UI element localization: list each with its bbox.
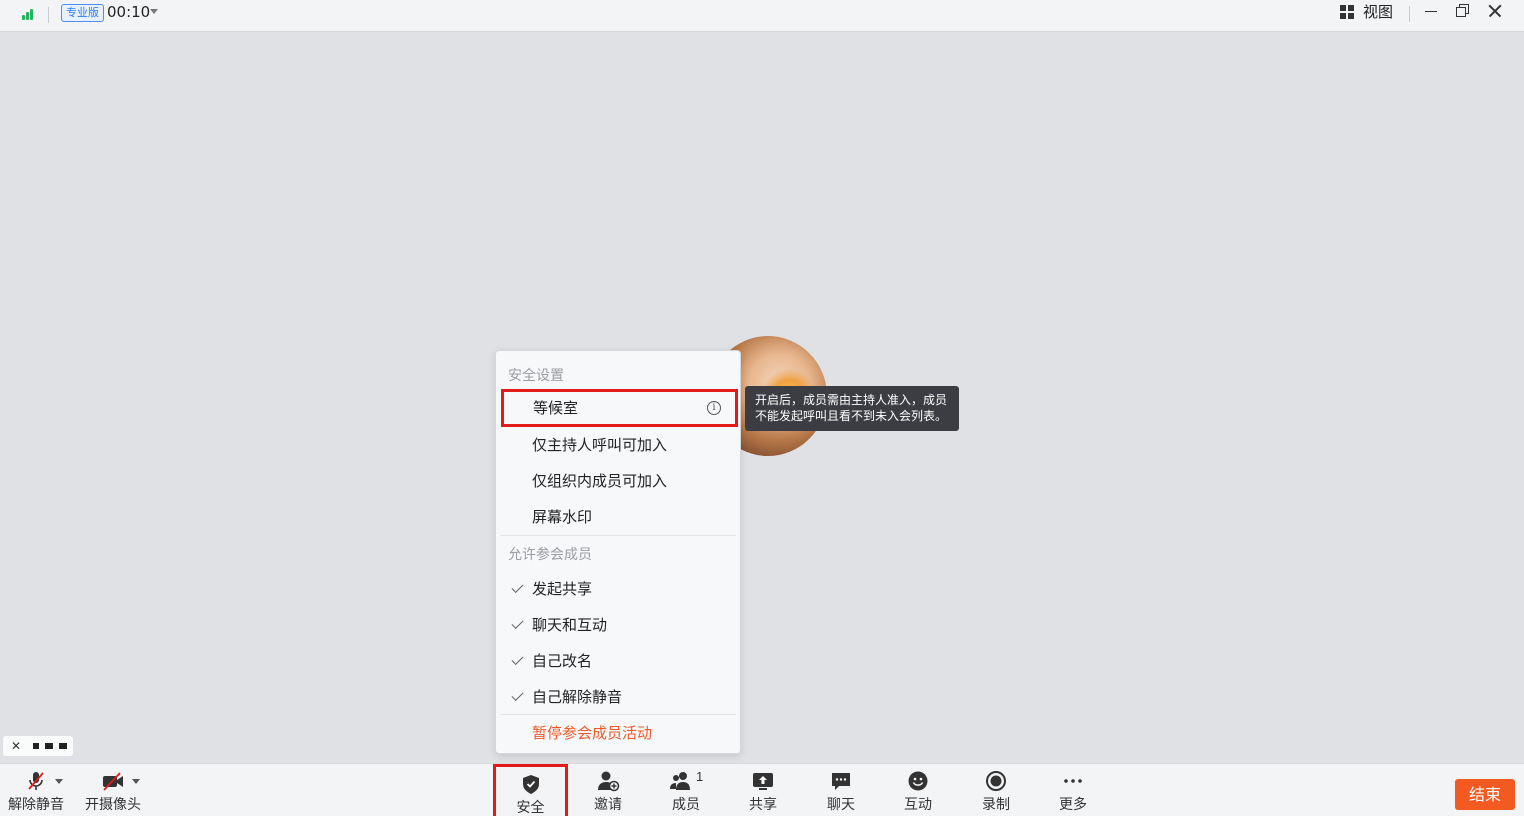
- check-icon: [511, 688, 524, 702]
- menu-item-waiting-room[interactable]: 等候室 i: [501, 389, 738, 427]
- tool-label: 开摄像头: [85, 797, 141, 813]
- tool-label: 互动: [904, 797, 932, 813]
- menu-item-label: 聊天和互动: [532, 616, 608, 634]
- menu-item-label: 自己解除静音: [532, 688, 623, 706]
- title-bar: 专业版 00:10 视图: [0, 0, 1524, 32]
- signal-strength-icon: [22, 8, 36, 20]
- smiley-icon: [887, 770, 949, 792]
- meeting-toolbar: 解除静音 开摄像头 安全 邀请 1 成员 共享 聊天 互动 录制 更多: [0, 763, 1524, 816]
- mic-muted-icon: ✕: [11, 739, 22, 753]
- members-icon: 1: [655, 770, 717, 792]
- redacted-name: [59, 743, 67, 749]
- menu-item-label: 自己改名: [532, 652, 593, 670]
- security-menu: 安全设置 等候室 i 仅主持人呼叫可加入 仅组织内成员可加入 屏幕水印 允许参会…: [495, 350, 741, 754]
- section-header-allow: 允许参会成员: [508, 547, 592, 563]
- menu-item-self-unmute[interactable]: 自己解除静音: [500, 679, 736, 715]
- check-icon: [511, 616, 524, 630]
- tool-label: 共享: [749, 797, 777, 813]
- record-icon: [965, 770, 1027, 792]
- menu-item-start-share[interactable]: 发起共享: [500, 571, 736, 607]
- unmute-button[interactable]: 解除静音: [5, 764, 67, 816]
- record-button[interactable]: 录制: [965, 764, 1027, 816]
- add-user-icon: [577, 770, 639, 792]
- tool-label: 录制: [982, 797, 1010, 813]
- menu-divider: [500, 535, 736, 536]
- menu-item-host-call-only[interactable]: 仅主持人呼叫可加入: [500, 427, 736, 463]
- tool-label: 聊天: [827, 797, 855, 813]
- chevron-down-icon[interactable]: [132, 779, 140, 784]
- menu-item-label: 仅主持人呼叫可加入: [532, 436, 668, 454]
- section-header-security: 安全设置: [508, 368, 564, 384]
- tooltip-line: 不能发起呼叫且看不到未入会列表。: [755, 409, 948, 423]
- check-icon: [511, 652, 524, 666]
- menu-item-label: 仅组织内成员可加入: [532, 472, 668, 490]
- meeting-timer[interactable]: 00:10: [107, 3, 150, 21]
- tool-label: 安全: [516, 800, 545, 816]
- more-button[interactable]: 更多: [1042, 764, 1104, 816]
- chat-icon: [810, 770, 872, 792]
- tooltip-line: 开启后，成员需由主持人准入，成员: [755, 393, 948, 407]
- close-icon[interactable]: [1487, 3, 1503, 19]
- waiting-room-tooltip: 开启后，成员需由主持人准入，成员 不能发起呼叫且看不到未入会列表。: [745, 386, 959, 431]
- more-icon: [1042, 770, 1104, 792]
- divider: [48, 7, 49, 23]
- edition-badge: 专业版: [61, 4, 104, 22]
- chevron-down-icon[interactable]: [150, 9, 158, 14]
- menu-item-label: 屏幕水印: [532, 508, 593, 526]
- tool-label: 解除静音: [8, 797, 64, 813]
- restore-icon[interactable]: [1456, 4, 1470, 18]
- menu-item-pause-activity[interactable]: 暂停参会成员活动: [500, 715, 736, 751]
- menu-item-label: 发起共享: [532, 580, 593, 598]
- shield-icon: [496, 773, 565, 795]
- chevron-down-icon[interactable]: [55, 779, 63, 784]
- interact-button[interactable]: 互动: [887, 764, 949, 816]
- end-meeting-button[interactable]: 结束: [1455, 779, 1515, 810]
- menu-item-self-rename[interactable]: 自己改名: [500, 643, 736, 679]
- grid-view-icon[interactable]: [1340, 5, 1355, 20]
- minimize-icon[interactable]: [1425, 11, 1437, 12]
- check-icon: [511, 580, 524, 594]
- info-icon[interactable]: i: [707, 401, 721, 415]
- security-button[interactable]: 安全: [493, 764, 568, 816]
- self-name-tag: ✕: [3, 736, 73, 756]
- invite-button[interactable]: 邀请: [577, 764, 639, 816]
- camera-button[interactable]: 开摄像头: [82, 764, 144, 816]
- members-button[interactable]: 1 成员: [655, 764, 717, 816]
- redacted-name: [45, 743, 53, 749]
- menu-item-org-members-only[interactable]: 仅组织内成员可加入: [500, 463, 736, 499]
- menu-item-chat-interact[interactable]: 聊天和互动: [500, 607, 736, 643]
- share-screen-icon: [732, 770, 794, 792]
- divider: [1409, 6, 1410, 22]
- menu-item-screen-watermark[interactable]: 屏幕水印: [500, 499, 736, 535]
- share-button[interactable]: 共享: [732, 764, 794, 816]
- tool-label: 邀请: [594, 797, 622, 813]
- tool-label: 更多: [1059, 797, 1087, 813]
- view-button[interactable]: 视图: [1363, 3, 1393, 21]
- tool-label: 成员: [672, 797, 700, 813]
- redacted-name: [33, 743, 39, 749]
- chat-button[interactable]: 聊天: [810, 764, 872, 816]
- menu-item-label: 等候室: [533, 399, 579, 417]
- svg-text:1: 1: [696, 770, 703, 784]
